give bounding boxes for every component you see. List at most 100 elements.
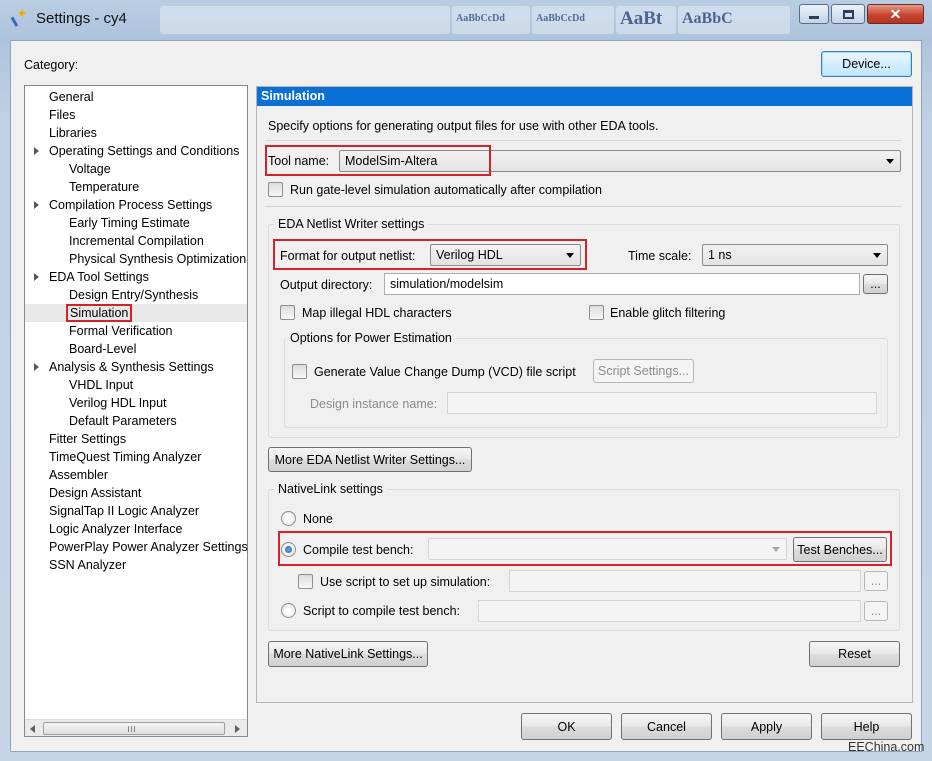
- glitch-filtering-checkbox[interactable]: [589, 305, 604, 320]
- tree-expander-icon[interactable]: [34, 273, 39, 281]
- map-illegal-label: Map illegal HDL characters: [302, 306, 452, 320]
- more-eda-netlist-settings-button[interactable]: More EDA Netlist Writer Settings...: [268, 447, 472, 472]
- tree-item[interactable]: Temperature: [69, 178, 139, 196]
- maximize-button[interactable]: [831, 4, 865, 24]
- highlight-box: [265, 145, 491, 176]
- device-button[interactable]: Device...: [821, 51, 912, 77]
- category-tree[interactable]: General Files Libraries Operating Settings …: [24, 85, 248, 737]
- apply-button[interactable]: Apply: [721, 713, 812, 740]
- category-label: Category:: [24, 58, 79, 72]
- tree-item[interactable]: Incremental Compilation: [69, 232, 204, 250]
- output-directory-value: simulation/modelsim: [390, 277, 504, 291]
- more-nativelink-settings-button[interactable]: More NativeLink Settings...: [268, 641, 428, 667]
- tree-item[interactable]: Libraries: [49, 124, 97, 142]
- tree-item[interactable]: Files: [49, 106, 75, 124]
- ribbon-style-sample: AaBbCcDd: [532, 6, 614, 34]
- tree-item[interactable]: VHDL Input: [69, 376, 133, 394]
- vcd-checkbox[interactable]: [292, 364, 307, 379]
- scroll-thumb[interactable]: [43, 722, 225, 735]
- maximize-icon: [842, 9, 854, 19]
- run-gate-level-label: Run gate-level simulation automatically …: [290, 183, 602, 197]
- settings-wand-icon: [10, 9, 26, 27]
- tree-item[interactable]: TimeQuest Timing Analyzer: [49, 448, 201, 466]
- cancel-button[interactable]: Cancel: [621, 713, 712, 740]
- highlight-box: [273, 239, 587, 270]
- output-directory-input[interactable]: simulation/modelsim: [384, 273, 860, 295]
- ribbon-style-sample: AaBbC: [678, 6, 790, 34]
- tree-item[interactable]: Early Timing Estimate: [69, 214, 190, 232]
- tree-item[interactable]: Compilation Process Settings: [49, 196, 212, 214]
- time-scale-label: Time scale:: [628, 249, 692, 263]
- tree-horizontal-scrollbar[interactable]: [25, 719, 247, 736]
- tree-item[interactable]: Voltage: [69, 160, 111, 178]
- tree-item[interactable]: Simulation: [66, 304, 133, 322]
- tree-item[interactable]: SSN Analyzer: [49, 556, 126, 574]
- ribbon-style-sample: AaBbCcDd: [452, 6, 530, 34]
- minimize-button[interactable]: [799, 4, 829, 24]
- tree-item[interactable]: Assembler: [49, 466, 108, 484]
- tree-item[interactable]: Design Assistant: [49, 484, 141, 502]
- ok-button[interactable]: OK: [521, 713, 612, 740]
- title-bar[interactable]: Settings - cy4 AaBbCcDd AaBbCcDd AaBt Aa…: [0, 0, 932, 40]
- scroll-left-arrow-icon[interactable]: [30, 725, 35, 733]
- tree-item[interactable]: Logic Analyzer Interface: [49, 520, 182, 538]
- background-ribbon: [160, 6, 450, 34]
- script-compile-browse-button[interactable]: ...: [864, 601, 888, 621]
- run-gate-level-checkbox[interactable]: [268, 182, 283, 197]
- tree-item[interactable]: Default Parameters: [69, 412, 177, 430]
- close-icon: ✕: [889, 5, 902, 22]
- none-label: None: [303, 512, 333, 526]
- eda-netlist-group-title: EDA Netlist Writer settings: [274, 217, 429, 231]
- design-instance-label: Design instance name:: [310, 397, 438, 411]
- use-script-input[interactable]: [509, 570, 861, 592]
- divider: [265, 206, 901, 207]
- chevron-down-icon: [886, 159, 894, 164]
- tree-item[interactable]: EDA Tool Settings: [49, 268, 149, 286]
- chevron-down-icon: [873, 253, 881, 258]
- design-instance-input[interactable]: [447, 392, 877, 414]
- tree-item[interactable]: Design Entry/Synthesis: [69, 286, 198, 304]
- power-estimation-group-title: Options for Power Estimation: [286, 331, 456, 345]
- tree-item[interactable]: SignalTap II Logic Analyzer: [49, 502, 199, 520]
- vcd-label: Generate Value Change Dump (VCD) file sc…: [314, 365, 576, 379]
- tree-item[interactable]: General: [49, 88, 93, 106]
- watermark: EEChina.com: [848, 740, 925, 754]
- window-title: Settings - cy4: [36, 10, 127, 27]
- panel-header: Simulation: [257, 87, 912, 106]
- tree-expander-icon[interactable]: [34, 147, 39, 155]
- tree-item[interactable]: Physical Synthesis Optimization: [69, 250, 246, 268]
- tree-expander-icon[interactable]: [34, 363, 39, 371]
- tree-item[interactable]: Operating Settings and Conditions: [49, 142, 239, 160]
- map-illegal-checkbox[interactable]: [280, 305, 295, 320]
- help-button[interactable]: Help: [821, 713, 912, 740]
- reset-button[interactable]: Reset: [809, 641, 900, 667]
- use-script-browse-button[interactable]: ...: [864, 571, 888, 591]
- script-compile-label: Script to compile test bench:: [303, 604, 461, 618]
- selected-row-highlight: [25, 304, 247, 322]
- use-script-label: Use script to set up simulation:: [320, 575, 491, 589]
- tree-expander-icon[interactable]: [34, 201, 39, 209]
- script-settings-button[interactable]: Script Settings...: [593, 359, 694, 383]
- none-radio[interactable]: [281, 511, 296, 526]
- tree-item[interactable]: PowerPlay Power Analyzer Settings: [49, 538, 247, 556]
- panel-description: Specify options for generating output fi…: [268, 119, 659, 133]
- divider: [265, 140, 901, 141]
- tree-item[interactable]: Board-Level: [69, 340, 136, 358]
- power-estimation-group: [284, 338, 888, 428]
- close-button[interactable]: ✕: [867, 4, 924, 24]
- time-scale-value: 1 ns: [708, 248, 732, 262]
- use-script-checkbox[interactable]: [298, 574, 313, 589]
- output-directory-browse-button[interactable]: ...: [863, 274, 888, 294]
- tree-item[interactable]: Formal Verification: [69, 322, 173, 340]
- time-scale-select[interactable]: 1 ns: [702, 244, 888, 266]
- output-directory-label: Output directory:: [280, 278, 373, 292]
- script-compile-input[interactable]: [478, 600, 861, 622]
- scroll-right-arrow-icon[interactable]: [235, 725, 240, 733]
- minimize-icon: [809, 15, 819, 19]
- tree-item[interactable]: Verilog HDL Input: [69, 394, 167, 412]
- tree-item[interactable]: Fitter Settings: [49, 430, 126, 448]
- ribbon-style-sample: AaBt: [616, 6, 676, 34]
- tree-item[interactable]: Analysis & Synthesis Settings: [49, 358, 214, 376]
- script-compile-radio[interactable]: [281, 603, 296, 618]
- glitch-filtering-label: Enable glitch filtering: [610, 306, 726, 320]
